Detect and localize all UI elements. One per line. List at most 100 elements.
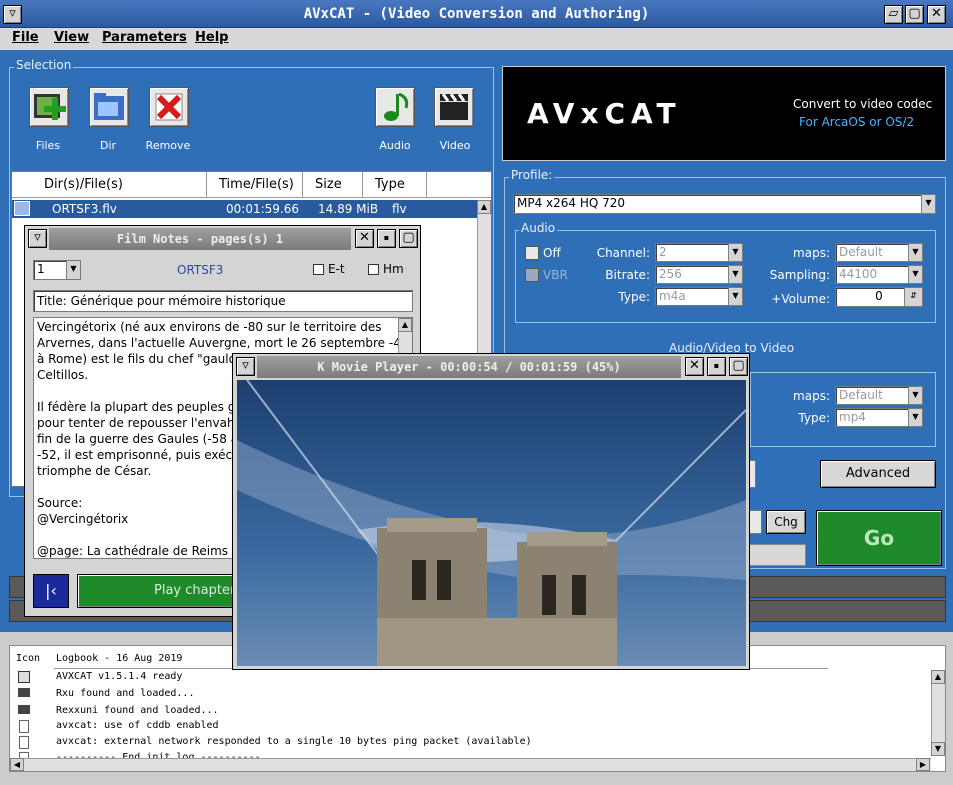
window-arch	[572, 575, 586, 615]
col-type[interactable]: Type	[367, 172, 427, 198]
av-type-select[interactable]: mp4 ▼	[835, 408, 923, 427]
scroll-down-arrow[interactable]: ▼	[931, 742, 945, 756]
remove-button[interactable]	[149, 87, 189, 127]
go-button[interactable]: Go	[816, 510, 942, 566]
system-menu-button[interactable]: ▿	[3, 5, 22, 24]
bitrate-select[interactable]: 256 ▼	[655, 265, 743, 284]
window-arch	[437, 560, 451, 600]
volume-spinner[interactable]: 0 ⇵	[835, 287, 923, 307]
add-dir-button[interactable]	[89, 87, 129, 127]
film-notes-restore-button[interactable]: ▪	[377, 229, 396, 248]
remove-label: Remove	[145, 139, 191, 152]
menu-file[interactable]: File	[12, 30, 39, 45]
maximize-button[interactable]: ▢	[905, 5, 924, 24]
sampling-select[interactable]: 44100 ▼	[835, 265, 923, 284]
chapter-back-button[interactable]: |‹	[33, 574, 69, 608]
video-button[interactable]	[434, 87, 474, 127]
player-menu-button[interactable]: ▿	[236, 357, 255, 376]
log-entry: Rxu found and loaded...	[56, 688, 195, 699]
chevron-down-icon[interactable]: ▼	[908, 387, 922, 404]
film-notes-maximize-button[interactable]: ▢	[399, 229, 418, 248]
scroll-up-arrow[interactable]: ▲	[398, 318, 412, 332]
col-size[interactable]: Size	[307, 172, 363, 198]
banner-logo: AVxCAT	[527, 97, 682, 130]
window-title: AVxCAT - (Video Conversion and Authoring…	[303, 6, 650, 22]
close-button[interactable]: ✕	[927, 5, 946, 24]
spin-arrows-icon[interactable]: ⇵	[904, 288, 922, 306]
menu-help[interactable]: Help	[195, 30, 228, 45]
movie-player-window: K Movie Player - 00:00:54 / 00:01:59 (45…	[232, 353, 750, 670]
maps-label: maps:	[793, 246, 830, 260]
add-files-icon	[34, 94, 66, 120]
banner: AVxCAT Convert to video codec For ArcaOS…	[502, 66, 946, 161]
facade-row	[377, 618, 617, 666]
et-checkbox[interactable]	[313, 264, 324, 275]
film-notes-menu-button[interactable]: ▿	[28, 229, 47, 248]
audio-type-select[interactable]: m4a ▼	[655, 287, 743, 306]
profile-label: Profile:	[509, 168, 555, 182]
row-size: 14.89 MiB	[318, 202, 379, 216]
folder-icon	[94, 93, 124, 120]
movie-player-title-bar[interactable]: K Movie Player - 00:00:54 / 00:01:59 (45…	[257, 356, 681, 378]
banner-line1: Convert to video codec	[793, 97, 933, 111]
log-app-icon	[18, 671, 30, 683]
player-close-button[interactable]: ✕	[685, 357, 704, 376]
note-title-field[interactable]: Title: Générique pour mémoire historique	[33, 290, 413, 312]
chg-button[interactable]: Chg	[766, 510, 806, 534]
page-select[interactable]: 1 ▼	[33, 260, 81, 280]
chevron-down-icon[interactable]: ▼	[921, 195, 935, 213]
minimize-button[interactable]: ▱	[884, 5, 903, 24]
menu-view[interactable]: View	[54, 30, 89, 45]
skip-back-icon: |‹	[45, 581, 57, 600]
path-field[interactable]	[748, 510, 762, 534]
audio-button[interactable]	[375, 87, 415, 127]
hm-checkbox[interactable]	[368, 264, 379, 275]
type-label: Type:	[618, 290, 650, 304]
clapperboard-icon	[440, 93, 468, 120]
row-file: ORTSF3.flv	[52, 202, 117, 216]
main-title-bar[interactable]: AVxCAT - (Video Conversion and Authoring…	[0, 0, 953, 28]
music-note-icon	[384, 92, 409, 121]
col-files[interactable]: Dir(s)/File(s)	[12, 172, 207, 198]
logbook-hscroll[interactable]	[10, 758, 931, 771]
selection-group-label: Selection	[14, 58, 74, 72]
menu-parameters[interactable]: Parameters	[102, 30, 187, 45]
video-frame	[237, 380, 746, 666]
chevron-down-icon[interactable]: ▼	[908, 409, 922, 426]
channel-select[interactable]: 2 ▼	[655, 243, 743, 262]
film-notes-title-bar[interactable]: Film Notes - pages(s) 1	[49, 228, 351, 250]
player-restore-button[interactable]: ▪	[707, 357, 726, 376]
audio-maps-select[interactable]: Default ▼	[835, 243, 923, 262]
col-time[interactable]: Time/File(s)	[211, 172, 303, 198]
scroll-up-arrow[interactable]: ▲	[931, 670, 945, 684]
add-files-button[interactable]	[29, 87, 69, 127]
video-file-icon	[14, 201, 30, 216]
et-label: E-t	[328, 262, 345, 276]
left-tower-top	[387, 518, 477, 532]
log-entry: AVXCAT v1.5.1.4 ready	[56, 671, 183, 682]
log-entry: avxcat: use of cddb enabled	[56, 720, 219, 731]
av-maps-select[interactable]: Default ▼	[835, 386, 923, 405]
log-entry: avxcat: external network responded to a …	[56, 736, 532, 747]
audio-label: Audio	[379, 139, 411, 152]
chevron-down-icon[interactable]: ▼	[908, 266, 922, 283]
profile-select[interactable]: MP4 x264 HQ 720 ▼	[513, 194, 936, 214]
row-type: flv	[392, 202, 407, 216]
scroll-right-arrow[interactable]: ▶	[916, 758, 930, 771]
chevron-down-icon[interactable]: ▼	[66, 261, 80, 279]
player-maximize-button[interactable]: ▢	[729, 357, 748, 376]
off-checkbox[interactable]	[525, 246, 539, 260]
scroll-up-arrow[interactable]: ▲	[477, 200, 491, 214]
film-id: ORTSF3	[177, 263, 224, 277]
notes-line: Vercingétorix (né aux environs de -80 su…	[37, 320, 382, 334]
vbr-checkbox[interactable]	[525, 268, 539, 282]
table-row[interactable]: ORTSF3.flv 00:01:59.66 14.89 MiB flv	[12, 200, 477, 218]
scroll-left-arrow[interactable]: ◀	[10, 758, 24, 771]
progress-bar	[748, 544, 806, 566]
film-notes-close-button[interactable]: ✕	[355, 229, 374, 248]
chevron-down-icon[interactable]: ▼	[908, 244, 922, 261]
remove-icon	[155, 93, 183, 121]
advanced-button[interactable]: Advanced	[820, 460, 936, 488]
window-arch	[542, 575, 556, 615]
log-book-icon	[18, 705, 30, 714]
